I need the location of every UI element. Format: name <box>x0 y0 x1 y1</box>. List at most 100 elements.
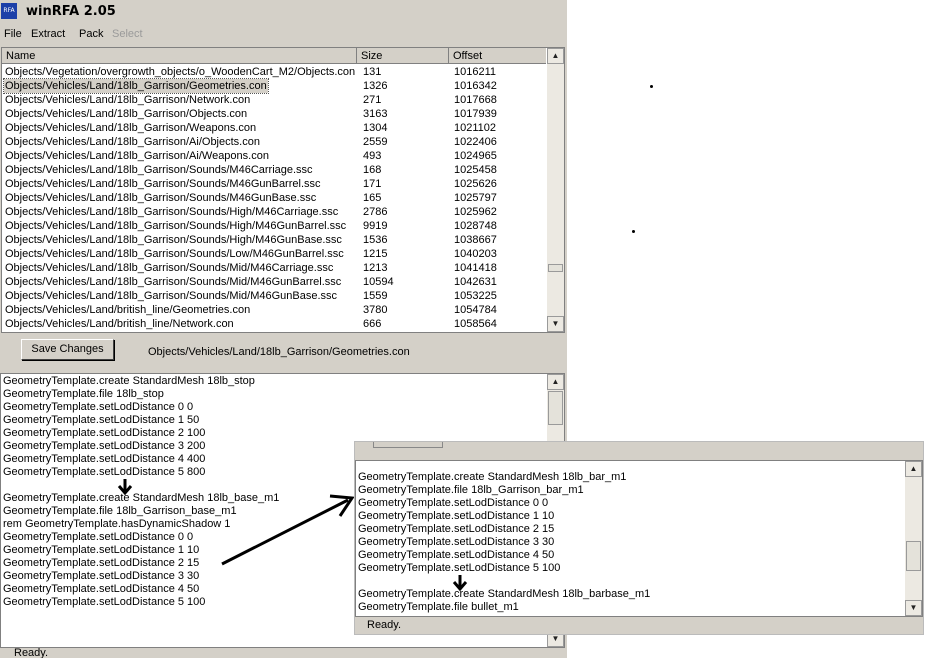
file-offset-cell: 1040203 <box>454 248 497 260</box>
editor-line: GeometryTemplate.file 18lb_stop <box>3 388 164 400</box>
table-row[interactable]: Objects/Vehicles/Land/18lb_Garrison/Soun… <box>2 289 546 303</box>
scroll-up-icon[interactable]: ▲ <box>547 48 564 64</box>
table-row[interactable]: Objects/Vehicles/Land/british_line/Geome… <box>2 303 546 317</box>
editor-line: GeometryTemplate.create StandardMesh 18l… <box>3 375 255 387</box>
table-row[interactable]: Objects/Vehicles/Land/18lb_Garrison/Geom… <box>2 78 546 94</box>
editor-scrollbar-thumb[interactable] <box>548 391 563 425</box>
overlay-down-arrow-annotation-icon <box>452 575 468 592</box>
editor-line: GeometryTemplate.setLodDistance 4 400 <box>3 453 206 465</box>
editor-line: GeometryTemplate.setLodDistance 3 30 <box>3 570 200 582</box>
file-size-cell: 1213 <box>363 262 388 274</box>
table-row[interactable]: Objects/Vegetation/overgrowth_objects/o_… <box>2 65 546 79</box>
file-size-cell: 1215 <box>363 248 388 260</box>
column-header-size[interactable]: Size <box>357 48 449 64</box>
current-file-label: Objects/Vehicles/Land/18lb_Garrison/Geom… <box>148 346 410 358</box>
editor-line: GeometryTemplate.file 18lb_Garrison_base… <box>3 505 237 517</box>
file-name-cell: Objects/Vehicles/Land/british_line/Geome… <box>5 304 251 316</box>
overlay-window-crop: GeometryTemplate.create StandardMesh 18l… <box>354 441 924 635</box>
file-name-cell: Objects/Vehicles/Land/18lb_Garrison/Ai/O… <box>5 136 260 148</box>
table-row[interactable]: Objects/Vehicles/Land/18lb_Garrison/Soun… <box>2 275 546 289</box>
editor-line: GeometryTemplate.setLodDistance 2 100 <box>3 427 206 439</box>
arrow-icon <box>221 494 355 566</box>
file-name-cell: Objects/Vehicles/Land/18lb_Garrison/Soun… <box>5 192 317 204</box>
menu-select: Select <box>112 28 143 40</box>
file-name-cell: Objects/Vehicles/Land/18lb_Garrison/Soun… <box>5 220 347 232</box>
file-name-cell: Objects/Vehicles/Land/18lb_Garrison/Soun… <box>5 276 342 288</box>
table-row[interactable]: Objects/Vehicles/Land/18lb_Garrison/Soun… <box>2 233 546 247</box>
overlay-scroll-up-icon[interactable]: ▲ <box>905 461 922 477</box>
table-row[interactable]: Objects/Vehicles/Land/18lb_Garrison/Ai/O… <box>2 135 546 149</box>
file-size-cell: 3163 <box>363 108 388 120</box>
file-list[interactable]: Name Size Offset Objects/Vegetation/over… <box>1 47 565 333</box>
editor-line: GeometryTemplate.setLodDistance 5 100 <box>3 596 206 608</box>
overlay-editor-scrollbar[interactable]: ▲ ▼ <box>905 461 922 616</box>
scroll-down-icon[interactable]: ▼ <box>547 316 564 332</box>
editor-line: GeometryTemplate.setLodDistance 0 0 <box>3 401 194 413</box>
table-row[interactable]: Objects/Vehicles/Land/18lb_Garrison/Soun… <box>2 163 546 177</box>
file-offset-cell: 1025962 <box>454 206 497 218</box>
table-row[interactable]: Objects/Vehicles/Land/british_line/Netwo… <box>2 317 546 331</box>
editor-line: GeometryTemplate.setLodDistance 1 10 <box>358 510 555 522</box>
file-offset-cell: 1025797 <box>454 192 497 204</box>
file-list-scrollbar[interactable]: ▲ ▼ <box>547 48 564 332</box>
file-size-cell: 271 <box>363 94 382 106</box>
file-offset-cell: 1022406 <box>454 136 497 148</box>
table-row[interactable]: Objects/Vehicles/Land/18lb_Garrison/Soun… <box>2 191 546 205</box>
file-size-cell: 1326 <box>363 80 388 92</box>
editor-line: GeometryTemplate.setLodDistance 3 30 <box>358 536 555 548</box>
editor-line: GeometryTemplate.setLodDistance 4 50 <box>3 583 200 595</box>
file-name-cell: Objects/Vegetation/overgrowth_objects/o_… <box>5 66 356 78</box>
table-row[interactable]: Objects/Vehicles/Land/18lb_Garrison/Weap… <box>2 121 546 135</box>
scrollbar-thumb[interactable] <box>548 264 563 272</box>
file-list-rows: Objects/Vegetation/overgrowth_objects/o_… <box>2 65 546 331</box>
file-size-cell: 9919 <box>363 220 388 232</box>
table-row[interactable]: Objects/Vehicles/Land/18lb_Garrison/Soun… <box>2 261 546 275</box>
file-offset-cell: 1058564 <box>454 318 497 330</box>
status-text: Ready. <box>14 648 49 658</box>
editor-line: GeometryTemplate.setLodDistance 5 800 <box>3 466 206 478</box>
file-name-cell: Objects/Vehicles/Land/18lb_Garrison/Soun… <box>5 206 339 218</box>
file-size-cell: 168 <box>363 164 382 176</box>
menu-extract[interactable]: Extract <box>31 28 65 40</box>
app-icon: RFA <box>1 3 17 19</box>
file-size-cell: 2786 <box>363 206 388 218</box>
table-row[interactable]: Objects/Vehicles/Land/18lb_Garrison/Ai/W… <box>2 149 546 163</box>
file-name-cell: Objects/Vehicles/Land/18lb_Garrison/Soun… <box>5 234 342 246</box>
editor-scroll-up-icon[interactable]: ▲ <box>547 374 564 390</box>
file-offset-cell: 1021102 <box>454 122 497 134</box>
file-name-cell: Objects/Vehicles/Land/british_line/Netwo… <box>5 318 234 330</box>
file-offset-cell: 1017939 <box>454 108 497 120</box>
editor-line: GeometryTemplate.file bullet_m1 <box>358 601 519 613</box>
file-offset-cell: 1054784 <box>454 304 497 316</box>
table-row[interactable]: Objects/Vehicles/Land/18lb_Garrison/Soun… <box>2 247 546 261</box>
file-offset-cell: 1024965 <box>454 150 497 162</box>
editor-line: GeometryTemplate.setLodDistance 4 50 <box>358 549 555 561</box>
title-bar[interactable]: RFA winRFA 2.05 <box>0 0 567 24</box>
file-size-cell: 1536 <box>363 234 388 246</box>
column-header-name[interactable]: Name <box>2 48 357 64</box>
file-name-cell: Objects/Vehicles/Land/18lb_Garrison/Soun… <box>5 262 334 274</box>
table-row[interactable]: Objects/Vehicles/Land/18lb_Garrison/Soun… <box>2 219 546 233</box>
file-offset-cell: 1016211 <box>454 66 497 78</box>
overlay-editor-textarea[interactable]: GeometryTemplate.create StandardMesh 18l… <box>355 460 923 617</box>
editor-line: rem GeometryTemplate.hasDynamicShadow 1 <box>3 518 231 530</box>
overlay-scrollbar-thumb[interactable] <box>906 541 921 571</box>
column-header-offset[interactable]: Offset <box>449 48 546 64</box>
save-changes-button[interactable]: Save Changes <box>21 339 114 360</box>
table-row[interactable]: Objects/Vehicles/Land/18lb_Garrison/Soun… <box>2 205 546 219</box>
file-list-header: Name Size Offset <box>2 48 546 64</box>
file-name-cell: Objects/Vehicles/Land/18lb_Garrison/Soun… <box>5 164 313 176</box>
table-row[interactable]: Objects/Vehicles/Land/18lb_Garrison/Netw… <box>2 93 546 107</box>
editor-line: GeometryTemplate.setLodDistance 1 10 <box>3 544 200 556</box>
menu-pack[interactable]: Pack <box>79 28 103 40</box>
overlay-button-fragment <box>373 442 443 448</box>
stray-dot <box>650 85 653 88</box>
file-name-cell: Objects/Vehicles/Land/18lb_Garrison/Obje… <box>5 108 248 120</box>
menu-file[interactable]: File <box>4 28 22 40</box>
overlay-scroll-down-icon[interactable]: ▼ <box>905 600 922 616</box>
file-size-cell: 2559 <box>363 136 388 148</box>
table-row[interactable]: Objects/Vehicles/Land/18lb_Garrison/Obje… <box>2 107 546 121</box>
table-row[interactable]: Objects/Vehicles/Land/18lb_Garrison/Soun… <box>2 177 546 191</box>
editor-line: GeometryTemplate.setLodDistance 0 0 <box>358 497 549 509</box>
file-size-cell: 10594 <box>363 276 394 288</box>
